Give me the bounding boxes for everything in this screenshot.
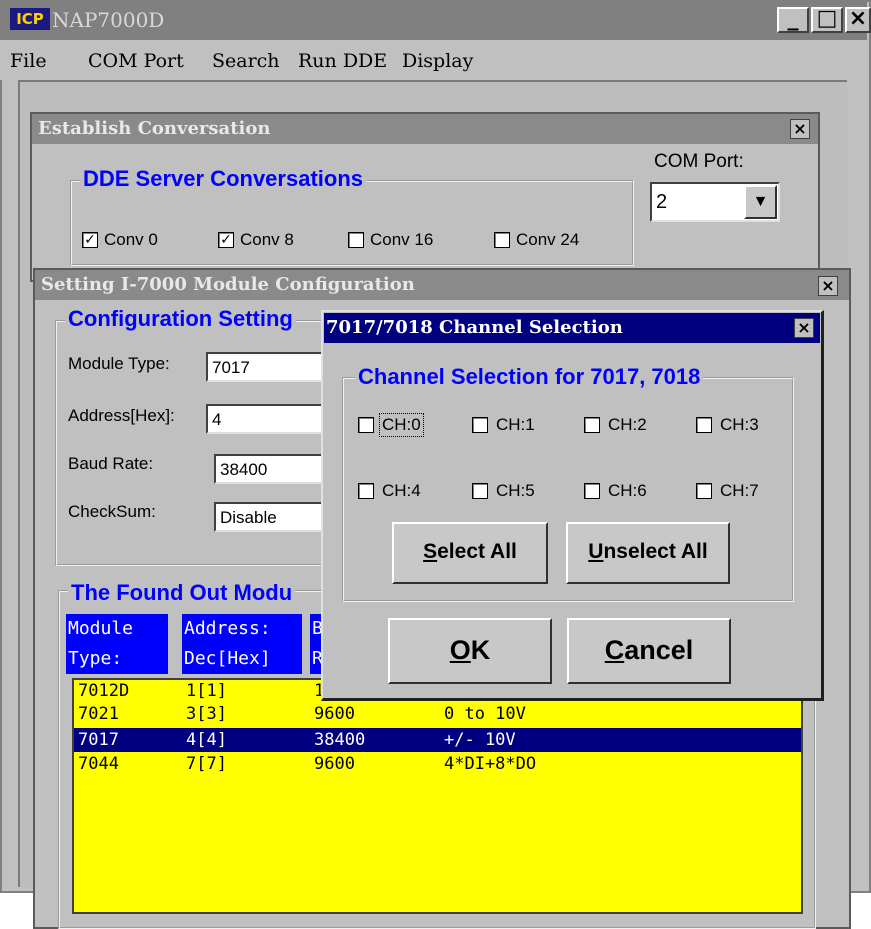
address-label: Address[Hex]: <box>68 406 175 425</box>
baud-rate-label: Baud Rate: <box>68 454 154 473</box>
cancel-label: ancel <box>624 635 694 665</box>
header-module-type-line1: Module <box>66 614 168 644</box>
ch4-label: CH:4 <box>382 481 421 500</box>
ch7-label: CH:7 <box>720 481 759 500</box>
found-modules-label: The Found Out Modu <box>68 580 296 606</box>
row-description: 0 to 10V <box>444 704 526 724</box>
ch2-checkbox[interactable] <box>584 417 600 433</box>
menu-search[interactable]: Search <box>212 48 280 74</box>
ok-label: K <box>470 635 491 665</box>
conv24-label: Conv 24 <box>516 230 580 249</box>
checksum-field[interactable]: Disable <box>214 502 326 532</box>
unselect-all-label: nselect All <box>603 540 708 563</box>
menu-run-dde[interactable]: Run DDE <box>298 48 387 74</box>
header-address-line1: Address: <box>182 614 302 644</box>
ch3-checkbox[interactable] <box>696 417 712 433</box>
row-baud: 9600 <box>314 704 355 724</box>
row-address: 3[3] <box>186 704 227 724</box>
row-description: 4*DI+8*DO <box>444 754 537 774</box>
ch6-label: CH:6 <box>608 481 647 500</box>
establish-title-bar[interactable]: Establish Conversation <box>32 114 818 144</box>
close-button[interactable]: × <box>845 7 871 33</box>
channel-dialog-title-bar[interactable]: 7017/7018 Channel Selection <box>324 313 820 343</box>
setting-title-bar[interactable]: Setting I-7000 Module Configuration <box>35 270 849 300</box>
ch0-label: CH:0 <box>379 413 424 437</box>
header-module-type-line2: Type: <box>66 644 168 674</box>
row-type: 7044 <box>78 754 119 774</box>
module-type-field[interactable]: 7017 <box>206 352 326 382</box>
conv8-label: Conv 8 <box>240 230 294 249</box>
conv24-checkbox[interactable] <box>494 232 510 248</box>
ok-mnemonic: O <box>449 635 471 665</box>
row-address: 7[7] <box>186 754 227 774</box>
conv16-label: Conv 16 <box>370 230 434 249</box>
checksum-label: CheckSum: <box>68 502 156 521</box>
ch0-checkbox[interactable] <box>358 417 374 433</box>
window-title: NAP7000D <box>52 8 165 32</box>
select-all-mnemonic: S <box>423 540 438 563</box>
ch4-checkbox[interactable] <box>358 483 374 499</box>
config-group-label: Configuration Setting <box>65 306 296 332</box>
com-port-label: COM Port: <box>654 151 744 172</box>
menu-display[interactable]: Display <box>402 48 473 74</box>
ch1-label: CH:1 <box>496 415 535 434</box>
unselect-all-button[interactable]: Unselect All <box>566 522 730 584</box>
select-all-button[interactable]: Select All <box>392 522 548 584</box>
address-field[interactable]: 4 <box>206 404 326 434</box>
conv0-checkbox[interactable]: ✓ <box>82 232 98 248</box>
row-type: 7021 <box>78 704 119 724</box>
maximize-button[interactable]: □ <box>811 7 843 33</box>
channel-dialog-close-icon[interactable]: × <box>794 318 814 338</box>
cancel-button[interactable]: Cancel <box>567 618 731 684</box>
row-address: 4[4] <box>186 730 227 750</box>
header-address-line2: Dec[Hex] <box>182 644 302 674</box>
ch1-checkbox[interactable] <box>472 417 488 433</box>
module-type-label: Module Type: <box>68 354 170 373</box>
establish-close-icon[interactable]: × <box>790 119 810 139</box>
module-row-7017-selected[interactable]: 7017 4[4] 38400 +/- 10V <box>74 728 801 752</box>
row-description: +/- 10V <box>444 730 516 750</box>
row-type: 7012D <box>78 681 130 701</box>
menu-com-port[interactable]: COM Port <box>88 48 184 74</box>
dde-conversations-group <box>70 180 634 266</box>
minimize-button[interactable]: _ <box>777 7 809 33</box>
menu-file[interactable]: File <box>10 48 47 74</box>
select-all-label: elect All <box>437 540 517 563</box>
module-row-7021[interactable]: 7021 3[3] 9600 0 to 10V <box>74 705 801 724</box>
module-row-7044[interactable]: 7044 7[7] 9600 4*DI+8*DO <box>74 755 801 774</box>
baud-rate-field[interactable]: 38400 <box>214 454 326 484</box>
ch5-label: CH:5 <box>496 481 535 500</box>
conv8-checkbox[interactable]: ✓ <box>218 232 234 248</box>
row-type: 7017 <box>78 730 119 750</box>
channel-group-label: Channel Selection for 7017, 7018 <box>355 364 704 390</box>
row-address: 1[1] <box>186 681 227 701</box>
ch6-checkbox[interactable] <box>584 483 600 499</box>
ok-button[interactable]: OK <box>388 618 552 684</box>
cancel-mnemonic: C <box>604 635 625 665</box>
ch3-label: CH:3 <box>720 415 759 434</box>
ch7-checkbox[interactable] <box>696 483 712 499</box>
ch5-checkbox[interactable] <box>472 483 488 499</box>
ch2-label: CH:2 <box>608 415 647 434</box>
app-logo: ICP <box>10 8 50 30</box>
setting-close-icon[interactable]: × <box>818 276 838 296</box>
conv0-label: Conv 0 <box>104 230 158 249</box>
row-baud: 9600 <box>314 754 355 774</box>
unselect-all-mnemonic: U <box>588 540 604 563</box>
chevron-down-icon[interactable]: ▼ <box>744 185 777 219</box>
row-baud: 38400 <box>314 730 366 750</box>
conv16-checkbox[interactable] <box>348 232 364 248</box>
dde-group-label: DDE Server Conversations <box>80 166 366 192</box>
